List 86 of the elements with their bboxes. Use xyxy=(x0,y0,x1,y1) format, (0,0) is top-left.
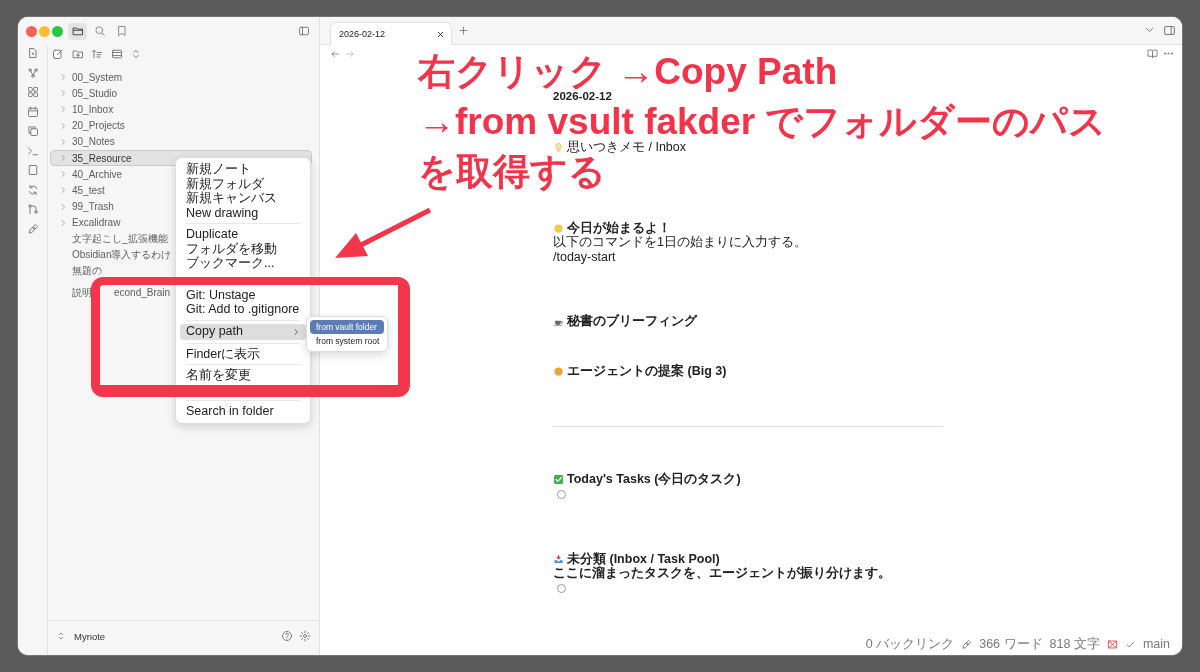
menu-item[interactable]: Finderに表示 xyxy=(180,346,306,361)
new-note-icon[interactable] xyxy=(26,47,39,59)
menu-item[interactable]: Copy path xyxy=(180,323,306,340)
new-folder-icon[interactable] xyxy=(71,48,84,60)
note-heading: 今日が始まるよ！ xyxy=(567,222,671,234)
note-text: 思いつきメモ / Inbox xyxy=(567,141,686,153)
expand-icon[interactable] xyxy=(130,48,142,60)
inbox-tray-icon xyxy=(553,553,564,565)
bookmark-icon xyxy=(115,25,128,37)
menu-item[interactable]: Duplicate xyxy=(180,227,306,242)
collapse-icon[interactable] xyxy=(110,48,123,60)
annotation-text: →from vsult fakder でフォルダーのパス xyxy=(418,103,1107,140)
note-text: 以下のコマンドを1日の始まりに入力する。 xyxy=(553,236,807,248)
page-icon[interactable] xyxy=(26,164,39,176)
note-name: 文字起こし_拡張機能 xyxy=(72,231,168,246)
back-icon[interactable] xyxy=(330,48,340,59)
menu-item[interactable]: フォルダを移動 xyxy=(180,241,306,256)
note-name: econd_Brain xyxy=(114,287,171,299)
chevron-right-icon xyxy=(292,327,300,336)
close-icon[interactable] xyxy=(436,29,445,39)
help-icon[interactable] xyxy=(281,630,293,642)
circle-icon xyxy=(553,222,564,234)
menu-item[interactable]: Git: Unstage xyxy=(180,287,306,302)
checkbox-icon xyxy=(553,473,564,485)
vault-name[interactable]: Mynote xyxy=(74,630,273,642)
sidebar-toggle-icon[interactable] xyxy=(298,25,310,37)
menu-item[interactable]: 新規キャンバス xyxy=(180,191,306,206)
word-count: 366 ワード xyxy=(979,635,1043,653)
folder-tab[interactable] xyxy=(68,22,87,40)
folder-name: 45_test xyxy=(72,184,105,196)
sync-icon[interactable] xyxy=(26,183,39,196)
branch-name[interactable]: main xyxy=(1142,637,1170,651)
note-heading: ここに溜まったタスクを、エージェントが振り分けます。 xyxy=(553,567,891,579)
note-name: 無題の xyxy=(72,264,102,279)
folder-name: 10_Inbox xyxy=(72,103,114,115)
terminal-icon[interactable] xyxy=(26,144,39,157)
bulb-icon xyxy=(553,141,564,153)
note-heading: Today's Tasks (今日のタスク) xyxy=(567,473,741,485)
new-note-icon[interactable] xyxy=(52,48,64,60)
menu-item[interactable]: 新規ノート xyxy=(180,162,306,177)
note-tab[interactable]: 2026-02-12 xyxy=(330,22,452,45)
folder-name: 30_Notes xyxy=(72,136,115,148)
submenu-item[interactable]: from vault folder xyxy=(310,320,384,334)
note-title: 2026-02-12 xyxy=(553,91,613,102)
folder-name: 40_Archive xyxy=(72,168,123,180)
character-count: 818 文字 xyxy=(1049,635,1100,653)
menu-item[interactable]: Git: Add to .gitignore xyxy=(180,302,306,317)
menu-item[interactable]: Search in folder xyxy=(180,404,306,419)
folder-name: 20_Projects xyxy=(72,120,125,132)
graph-icon[interactable] xyxy=(26,66,39,79)
submenu-item[interactable]: from system root xyxy=(310,334,384,348)
note-heading: エージェントの提案 (Big 3) xyxy=(567,365,727,377)
pen-icon xyxy=(961,638,973,650)
book-icon[interactable] xyxy=(1147,48,1158,59)
note-name: 説明 xyxy=(72,285,92,300)
sidebar-toggle-icon[interactable] xyxy=(1163,24,1176,37)
folder-name: Excalidraw xyxy=(72,217,121,229)
folder-name: 35_Resource xyxy=(72,152,132,164)
pen-icon[interactable] xyxy=(26,222,39,235)
note-name: Obsidian導入するわけ xyxy=(72,248,172,263)
menu-item[interactable]: 名前を変更 xyxy=(180,368,306,383)
menu-item[interactable]: 新規フォルダ xyxy=(180,176,306,191)
git-icon[interactable] xyxy=(26,203,39,215)
settings-icon[interactable] xyxy=(299,630,311,642)
backlink-count[interactable]: 0 バックリンク xyxy=(865,635,955,653)
circle-icon xyxy=(553,365,564,377)
annotation-text: を取得する xyxy=(418,153,606,190)
annotation-text: 右クリック →Copy Path xyxy=(418,53,838,90)
switch-vault-icon[interactable] xyxy=(56,631,66,641)
folder-name: 99_Trash xyxy=(72,201,114,213)
calendar-icon[interactable] xyxy=(26,105,39,118)
note-text: /today-start xyxy=(553,251,616,263)
folder-name: 00_System xyxy=(72,71,123,83)
note-heading: 未分類 (Inbox / Task Pool) xyxy=(567,553,720,565)
new-tab-icon[interactable] xyxy=(458,25,469,36)
grid-icon[interactable] xyxy=(26,86,39,98)
menu-item[interactable]: New drawing xyxy=(180,205,306,220)
sort-icon[interactable] xyxy=(91,48,103,60)
note-heading: 秘書のブリーフィング xyxy=(567,315,697,327)
close-button[interactable] xyxy=(26,25,37,37)
zoom-button[interactable] xyxy=(52,25,63,37)
menu-item[interactable]: ブックマーク... xyxy=(180,256,306,271)
search-icon xyxy=(93,25,106,37)
copy-icon[interactable] xyxy=(26,125,39,137)
folder-icon xyxy=(71,25,84,37)
folder-name: 05_Studio xyxy=(72,87,118,99)
